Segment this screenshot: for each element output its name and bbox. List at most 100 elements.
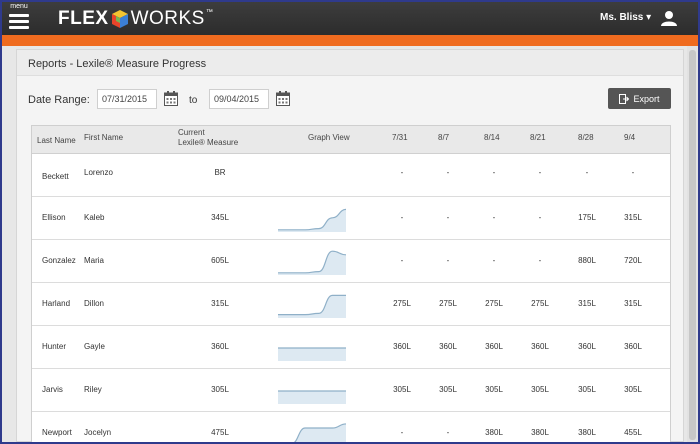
cell-date-value: 880L bbox=[578, 256, 596, 265]
cell-current-lexile: 305L bbox=[211, 385, 229, 394]
app-window: menu FLEX WORKS ™ Ms. Bliss ▾ Reports - … bbox=[2, 2, 698, 442]
cell-date-value: 360L bbox=[439, 342, 457, 351]
cell-date-value: 455L bbox=[624, 428, 642, 437]
end-calendar-icon[interactable] bbox=[276, 91, 290, 106]
cell-date-value: 305L bbox=[485, 385, 503, 394]
top-navigation-bar: menu FLEX WORKS ™ Ms. Bliss ▾ bbox=[2, 2, 698, 35]
header-first-name[interactable]: First Name bbox=[84, 133, 123, 142]
sparkline-graph[interactable] bbox=[276, 291, 348, 319]
cell-date-value: - bbox=[446, 168, 450, 177]
cell-first-name: Maria bbox=[84, 256, 105, 265]
cell-date-value: 275L bbox=[393, 299, 411, 308]
cell-date-value: 360L bbox=[393, 342, 411, 351]
cell-date-value: - bbox=[400, 168, 404, 177]
cell-date-value: 315L bbox=[578, 299, 596, 308]
table-row: Ellison Kaleb 345L - - - - 175L 315L bbox=[32, 197, 670, 240]
cell-current-lexile: 315L bbox=[211, 299, 229, 308]
header-graph-view: Graph View bbox=[308, 133, 350, 142]
cell-first-name: Jocelyn bbox=[84, 428, 112, 437]
cell-first-name: Dillon bbox=[84, 299, 105, 308]
cell-current-lexile: 605L bbox=[211, 256, 229, 265]
cell-date-value: - bbox=[585, 168, 589, 177]
header-date-2: 8/7 bbox=[438, 133, 450, 142]
cell-date-value: 175L bbox=[578, 213, 596, 222]
cell-date-value: 380L bbox=[531, 428, 549, 437]
table-row: Hunter Gayle 360L 360L 360L 360L 360L 360L 360L bbox=[32, 326, 670, 369]
sparkline-graph[interactable] bbox=[276, 334, 348, 362]
header-date-6: 9/4 bbox=[624, 133, 636, 142]
logo-flex-text: FLEX bbox=[58, 8, 109, 29]
cell-last-name: Beckett bbox=[42, 172, 69, 181]
sparkline-area bbox=[278, 391, 346, 404]
export-button[interactable]: Export bbox=[608, 88, 671, 109]
cell-date-value: 305L bbox=[439, 385, 457, 394]
header-date-5: 8/28 bbox=[578, 133, 594, 142]
cell-last-name: Ellison bbox=[42, 213, 66, 222]
cell-date-value: 380L bbox=[485, 428, 503, 437]
end-date-input[interactable]: 09/04/2015 bbox=[209, 89, 269, 109]
table-row: Harland Dillon 315L 275L 275L 275L 275L 315L 315… bbox=[32, 283, 670, 326]
accent-bar bbox=[2, 35, 698, 46]
cell-date-value: - bbox=[492, 213, 496, 222]
cell-date-value: - bbox=[446, 428, 450, 437]
cell-date-value: - bbox=[538, 213, 542, 222]
cell-date-value: - bbox=[446, 213, 450, 222]
cell-date-value: - bbox=[400, 428, 404, 437]
cell-first-name: Riley bbox=[84, 385, 102, 394]
cell-date-value: 380L bbox=[578, 428, 596, 437]
cell-date-value: - bbox=[631, 168, 635, 177]
flexworks-logo[interactable]: FLEX WORKS ™ bbox=[58, 7, 213, 31]
user-profile-icon[interactable] bbox=[660, 9, 678, 27]
cell-last-name: Hunter bbox=[42, 342, 67, 351]
start-calendar-icon[interactable] bbox=[164, 91, 178, 106]
sparkline-graph[interactable] bbox=[276, 420, 348, 442]
cell-date-value: 305L bbox=[624, 385, 642, 394]
cell-date-value: - bbox=[446, 256, 450, 265]
sparkline-graph[interactable] bbox=[276, 248, 348, 276]
cell-date-value: 315L bbox=[624, 299, 642, 308]
cell-date-value: - bbox=[492, 256, 496, 265]
panel-header: Reports - Lexile® Measure Progress bbox=[17, 50, 683, 76]
cell-date-value: 360L bbox=[578, 342, 596, 351]
cell-last-name: Gonzalez bbox=[42, 256, 76, 265]
page-title: Reports - Lexile® Measure Progress bbox=[28, 58, 207, 70]
lexile-progress-table: Last Name First Name Current Lexile® Mea… bbox=[31, 125, 671, 442]
header-current-line1: Current bbox=[178, 128, 205, 137]
start-date-input[interactable]: 07/31/2015 bbox=[97, 89, 157, 109]
logo-trademark: ™ bbox=[205, 9, 213, 16]
cell-date-value: 275L bbox=[531, 299, 549, 308]
scrollbar-thumb[interactable] bbox=[689, 50, 696, 440]
menu-label: menu bbox=[10, 3, 28, 10]
menu-button[interactable]: menu bbox=[7, 3, 31, 33]
header-current-line2: Lexile® Measure bbox=[178, 138, 239, 147]
cube-logo-icon bbox=[111, 10, 128, 28]
cell-date-value: 315L bbox=[624, 213, 642, 222]
sparkline-graph[interactable] bbox=[276, 205, 348, 233]
header-date-1: 7/31 bbox=[392, 133, 408, 142]
header-date-3: 8/14 bbox=[484, 133, 500, 142]
date-range-label: Date Range: bbox=[28, 94, 90, 106]
sparkline-graph[interactable] bbox=[276, 377, 348, 405]
cell-date-value: 305L bbox=[578, 385, 596, 394]
table-header: Last Name First Name Current Lexile® Mea… bbox=[32, 126, 670, 154]
sparkline-area bbox=[278, 251, 346, 275]
user-menu-dropdown[interactable]: Ms. Bliss ▾ bbox=[600, 12, 651, 23]
cell-current-lexile: BR bbox=[214, 168, 226, 177]
header-date-4: 8/21 bbox=[530, 133, 546, 142]
cell-first-name: Lorenzo bbox=[84, 168, 113, 177]
header-last-name[interactable]: Last Name bbox=[37, 136, 76, 145]
table-row: Beckett Lorenzo BR - - - - - - bbox=[32, 154, 670, 197]
cell-last-name: Newport bbox=[42, 428, 72, 437]
cell-date-value: 305L bbox=[393, 385, 411, 394]
cell-date-value: - bbox=[400, 256, 404, 265]
cell-date-value: 720L bbox=[624, 256, 642, 265]
report-panel: Reports - Lexile® Measure Progress Date … bbox=[16, 49, 684, 442]
cell-current-lexile: 345L bbox=[211, 213, 229, 222]
cell-current-lexile: 475L bbox=[211, 428, 229, 437]
cell-date-value: 360L bbox=[624, 342, 642, 351]
table-row: Newport Jocelyn 475L - - 380L 380L 380L 455L bbox=[32, 412, 670, 442]
sparkline-area bbox=[294, 423, 346, 442]
cell-date-value: 275L bbox=[485, 299, 503, 308]
cell-last-name: Harland bbox=[42, 299, 71, 308]
export-icon bbox=[619, 93, 630, 104]
